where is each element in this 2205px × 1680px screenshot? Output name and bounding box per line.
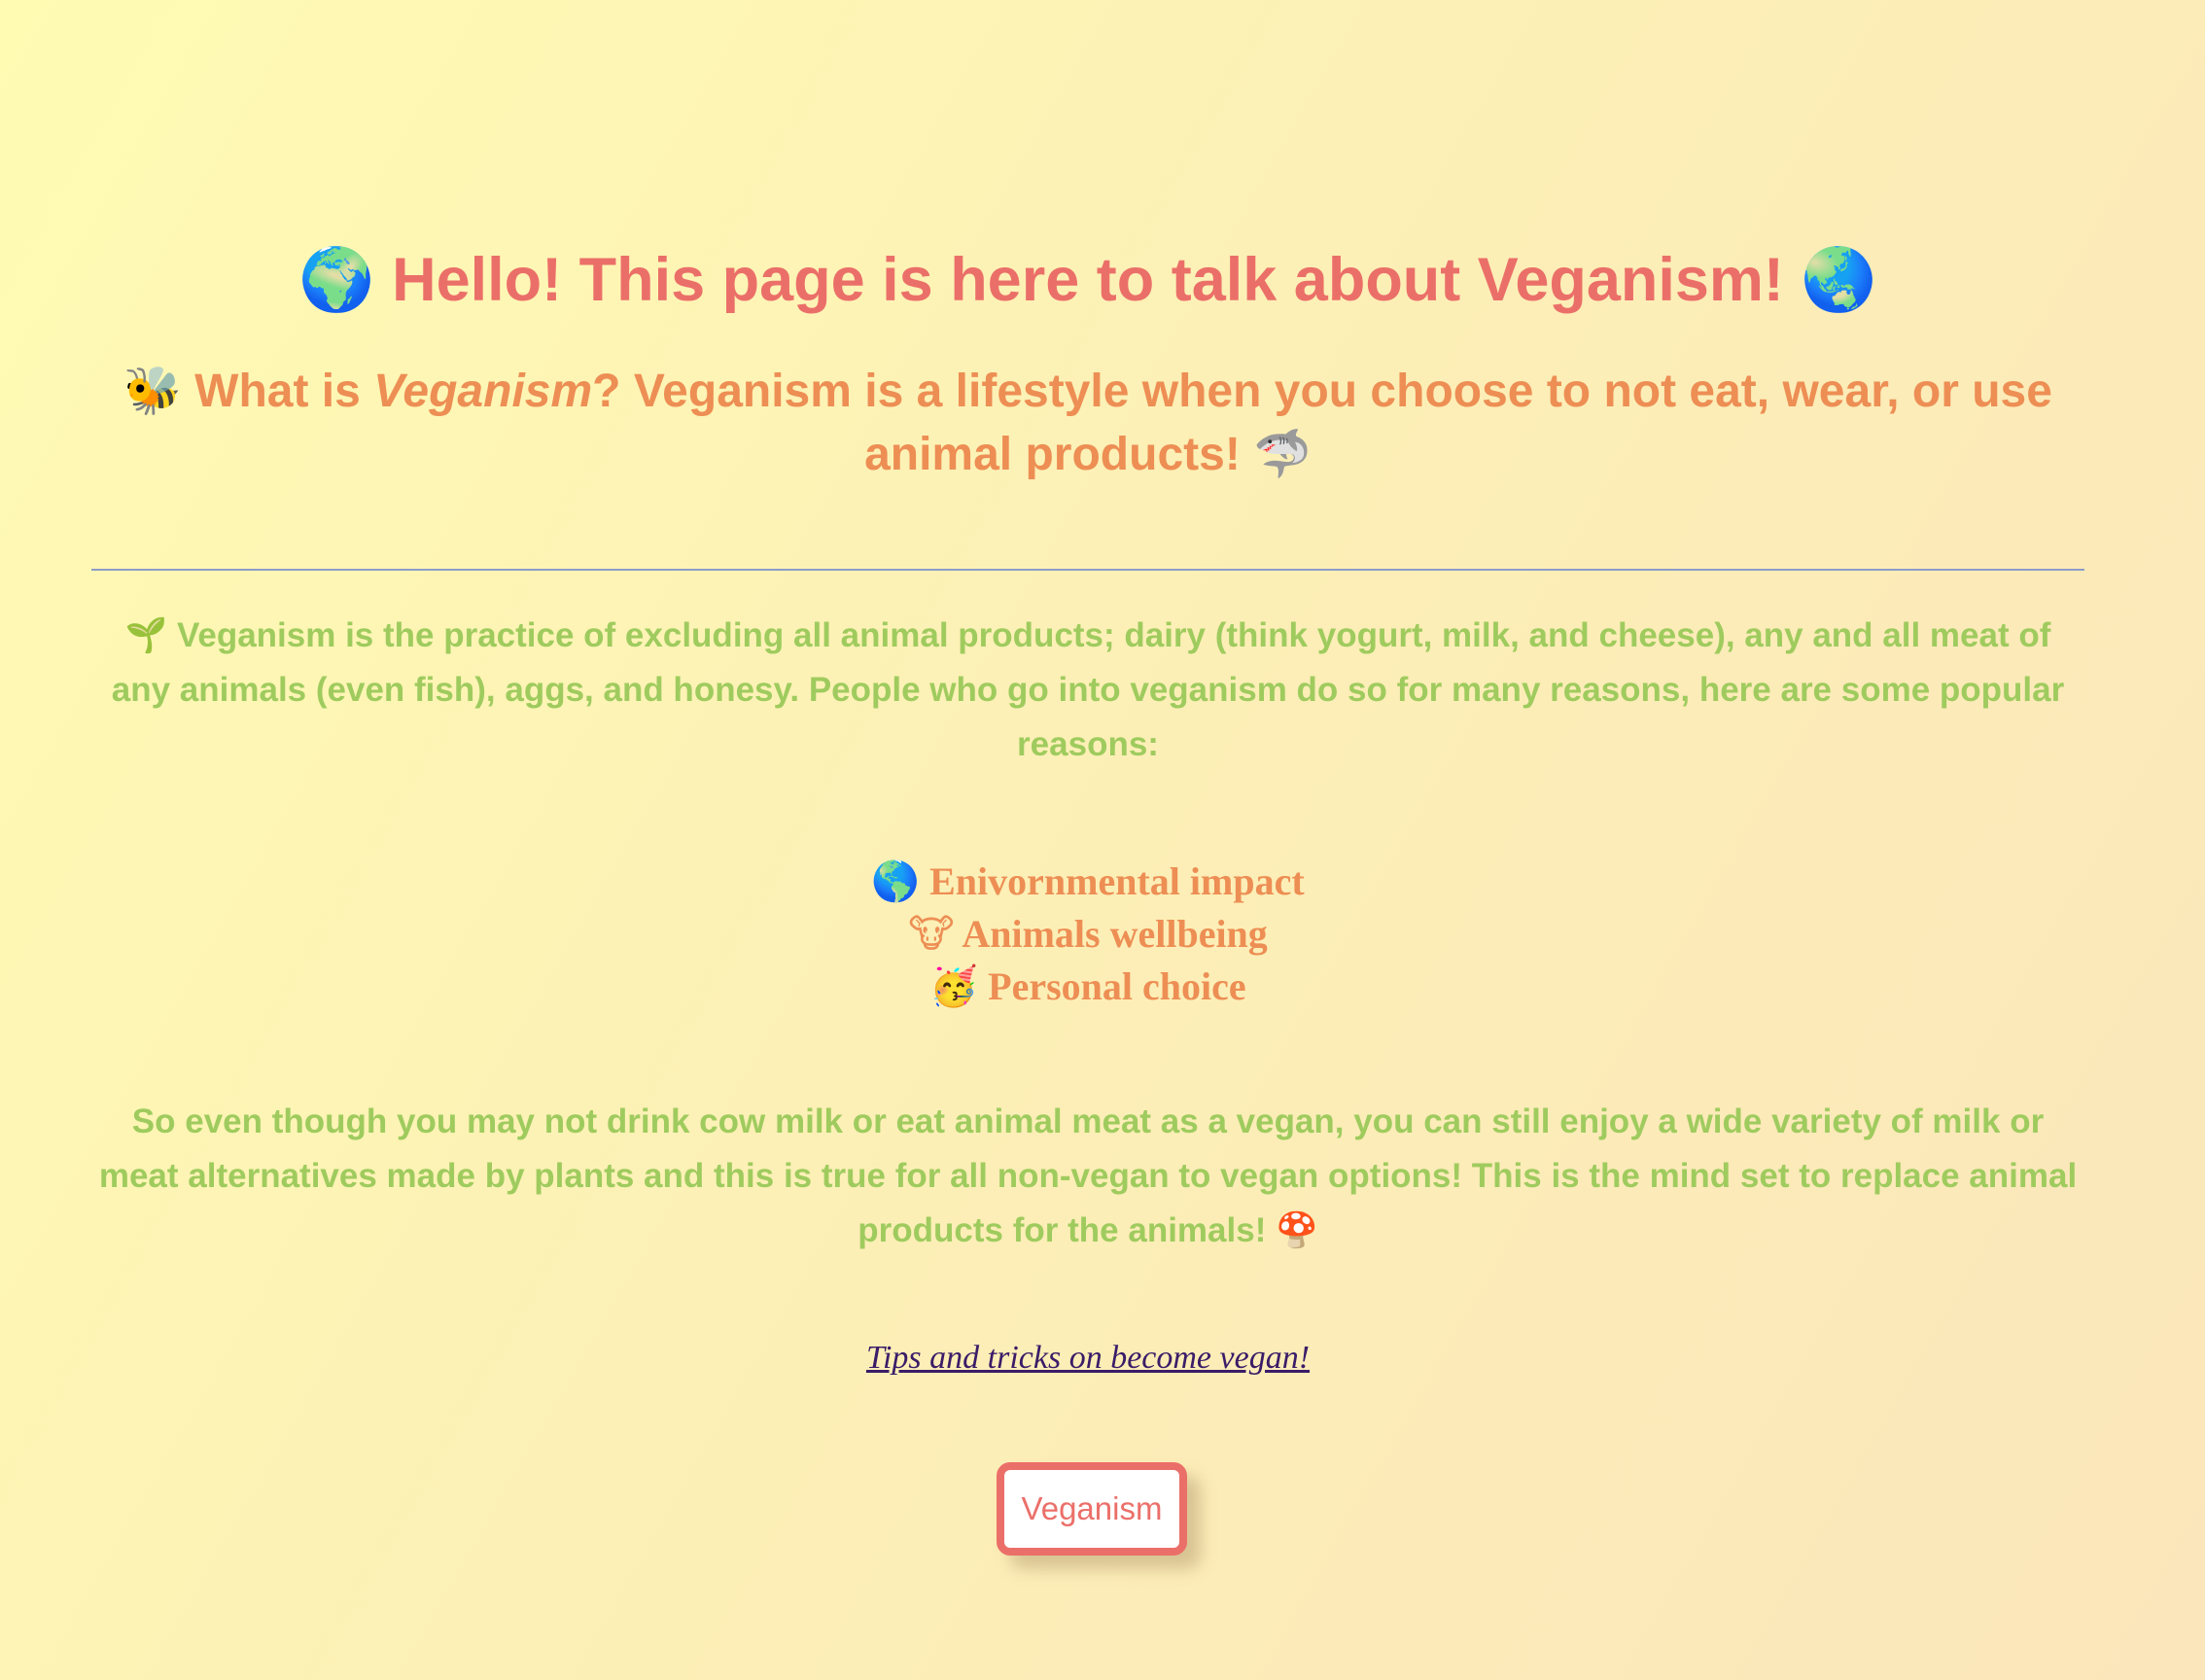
description-paragraph: 🌱 Veganism is the practice of excluding … [91,609,2084,772]
button-row: Veganism [91,1462,2084,1556]
reason-label: Personal choice [988,964,1246,1008]
reason-label: Animals wellbeing [962,912,1268,956]
tips-link[interactable]: Tips and tricks on become vegan! [866,1340,1310,1376]
list-item: 🐮 Animals wellbeing [91,908,2084,961]
globe-americas-icon: 🌎 [871,859,921,904]
intro-suffix: ? Veganism is a lifestyle when you choos… [592,366,2052,480]
mushroom-icon: 🍄 [1276,1211,1318,1250]
cow-face-icon: 🐮 [908,912,955,957]
bee-icon: 🐝 [123,364,182,418]
intro-emphasis: Veganism [373,366,593,417]
intro-heading: 🐝 What is Veganism? Veganism is a lifest… [91,360,2084,486]
seedling-icon: 🌱 [124,616,168,655]
reason-label: Enivornmental impact [929,859,1305,903]
page-title: 🌍 Hello! This page is here to talk about… [91,241,2084,319]
intro-prefix: What is [194,366,374,417]
globe-asia-icon: 🌏 [1801,244,1877,315]
page-content: 🌍 Hello! This page is here to talk about… [91,0,2084,1680]
description-text: Veganism is the practice of excluding al… [111,616,2065,763]
list-item: 🌎 Enivornmental impact [91,856,2084,908]
section-divider [91,569,2084,571]
reasons-list: 🌎 Enivornmental impact 🐮 Animals wellbei… [91,856,2084,1013]
party-face-icon: 🥳 [929,964,979,1009]
globe-icon: 🌍 [298,244,375,315]
shark-icon: 🦈 [1253,427,1312,481]
veganism-button[interactable]: Veganism [997,1462,1187,1556]
link-row: Tips and tricks on become vegan! [91,1340,2084,1377]
page-title-text: Hello! This page is here to talk about V… [392,246,1784,314]
list-item: 🥳 Personal choice [91,961,2084,1013]
closing-text: So even though you may not drink cow mil… [98,1102,2078,1249]
closing-paragraph: So even though you may not drink cow mil… [91,1095,2084,1258]
